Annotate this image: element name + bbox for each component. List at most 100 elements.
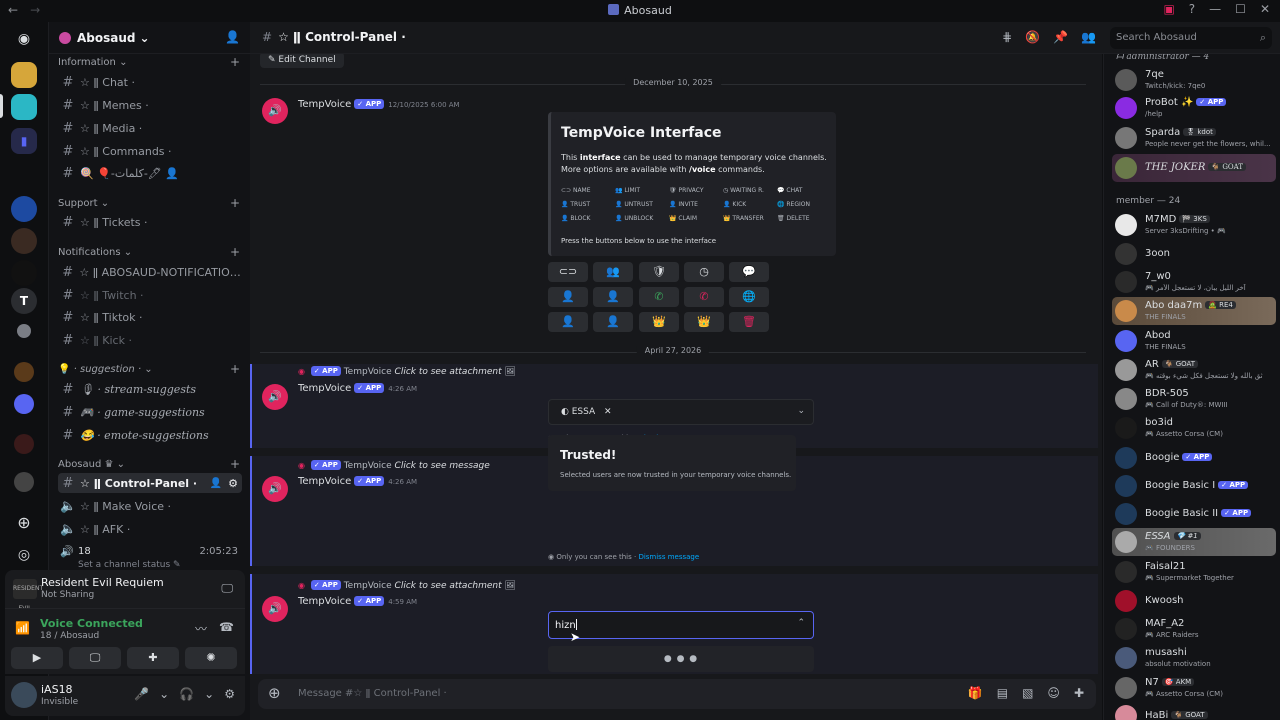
bot-name[interactable]: TempVoice [298, 383, 351, 394]
trust-button[interactable]: 👤 [548, 287, 588, 307]
inbox-icon[interactable]: ▣ [1163, 2, 1174, 16]
reply-reference[interactable]: ◉ ✓ APP TempVoice Click to see attachmen… [298, 580, 516, 591]
member-item[interactable]: BDR-505 🎮 Call of Duty®: MWIII [1112, 385, 1276, 413]
member-item[interactable]: Boogie ✓ APP [1112, 444, 1276, 472]
message-composer[interactable]: ⊕ Message #☆ ǁ Control-Panel · 🎁 ▤ ▧ ☺ ✚ [258, 679, 1096, 709]
bot-avatar[interactable]: 🔊 [262, 476, 288, 502]
avatar[interactable] [11, 682, 37, 708]
channel-make-voice[interactable]: 🔈 ☆ ǁ Make Voice · [58, 496, 242, 516]
soundboard-button[interactable]: ✺ [185, 647, 237, 669]
block-button[interactable]: 👤 [548, 312, 588, 332]
settings-gear-icon[interactable]: ⚙ [224, 687, 235, 701]
emoji-icon[interactable]: ☺ [1047, 686, 1060, 700]
maximize-button[interactable]: ☐ [1235, 2, 1246, 16]
camera-button[interactable]: ▶ [11, 647, 63, 669]
category-support[interactable]: Support ⌄ + [58, 196, 240, 210]
reply-reference[interactable]: ◉ ✓ APP TempVoice Click to see message [298, 460, 490, 471]
add-channel-icon[interactable]: + [230, 245, 240, 259]
unblock-button[interactable]: 👤 [593, 312, 633, 332]
server-icon[interactable] [11, 62, 37, 88]
folder-icon[interactable]: ▮ [11, 128, 37, 154]
bot-avatar[interactable]: 🔊 [262, 384, 288, 410]
delete-button[interactable]: 🗑 [729, 312, 769, 332]
bot-avatar[interactable]: 🔊 [262, 596, 288, 622]
reply-reference[interactable]: ◉ ✓ APP TempVoice Click to see attachmen… [298, 366, 516, 377]
member-item[interactable]: Abod THE FINALS [1112, 327, 1276, 355]
server-icon[interactable] [11, 94, 37, 120]
bot-name[interactable]: TempVoice [298, 476, 351, 487]
channel-afk[interactable]: 🔈 ☆ ǁ AFK · [58, 519, 242, 539]
privacy-button[interactable]: 🛡 [639, 262, 679, 282]
set-channel-status[interactable]: Set a channel status ✎ [78, 560, 181, 570]
add-channel-icon[interactable]: + [230, 55, 240, 69]
headphones-icon[interactable]: 🎧 [179, 687, 194, 701]
user-search-select[interactable]: hizn ⌃ [548, 611, 814, 639]
channel-misc[interactable]: # 🍭 🎈-كلمات-🖊 👤 [58, 163, 242, 183]
channel-chat[interactable]: # ☆ ǁ Chat · [58, 72, 242, 92]
member-item[interactable]: 7_w0 🎮 آخر الليل يبان، لا تستعجل الأمر [1112, 268, 1276, 296]
noise-suppression-icon[interactable]: 〰 [195, 620, 207, 637]
member-item[interactable]: MAF_A2 🎮 ARC Raiders [1112, 615, 1276, 643]
untrust-button[interactable]: 👤 [593, 287, 633, 307]
chevron-down-icon[interactable]: ⌄ [204, 687, 214, 701]
server-icon[interactable] [11, 196, 37, 222]
minimize-button[interactable]: — [1209, 2, 1221, 16]
bot-name[interactable]: TempVoice [298, 99, 351, 110]
claim-button[interactable]: 👑 [639, 312, 679, 332]
bot-name[interactable]: TempVoice [298, 596, 351, 607]
member-item[interactable]: N7 🎯 AKM 🎮 Assetto Corsa (CM) [1112, 674, 1276, 702]
waiting-room-button[interactable]: ◷ [684, 262, 724, 282]
channel-stream-suggests[interactable]: # 🎙 · stream-suggests [58, 379, 242, 399]
channel-kick[interactable]: # ☆ ǁ Kick · [58, 330, 242, 350]
bot-avatar[interactable]: 🔊 [262, 98, 288, 124]
member-item[interactable]: ProBot ✨ ✓ APP/help [1112, 94, 1276, 122]
chevron-down-icon[interactable]: ⌄ [159, 687, 169, 701]
server-icon[interactable] [17, 324, 31, 338]
member-item[interactable]: Boogie Basic I ✓ APP [1112, 472, 1276, 500]
edit-channel-button[interactable]: ✎ Edit Channel [260, 54, 344, 68]
server-header[interactable]: Abosaud ⌄ 👤 [49, 22, 250, 54]
channel-memes[interactable]: # ☆ ǁ Memes · [58, 95, 242, 115]
help-icon[interactable]: ? [1189, 2, 1195, 16]
threads-icon[interactable]: ⋕ [1002, 30, 1012, 44]
member-list-icon[interactable]: 👥 [1081, 30, 1096, 44]
member-item[interactable]: Boogie Basic II ✓ APP [1112, 500, 1276, 528]
invite-icon[interactable]: 👤 [210, 478, 222, 489]
gif-icon[interactable]: ▤ [997, 686, 1008, 700]
channel-tiktok[interactable]: # ☆ ǁ Tiktok · [58, 307, 242, 327]
channel-tickets[interactable]: # ☆ ǁ Tickets · [58, 212, 242, 232]
member-item[interactable]: Faisal21 🎮 Supermarket Together [1112, 558, 1276, 586]
discover-icon[interactable]: ◎ [11, 542, 37, 568]
member-item[interactable]: Kwoosh [1112, 587, 1276, 615]
server-icon[interactable]: T [11, 288, 37, 314]
member-item[interactable]: M7MD 🏁 3KS Server 3ksDrifting • 🎮 [1112, 211, 1276, 239]
selected-user-chip[interactable]: ◐ ESSA ✕ [555, 404, 618, 420]
channel-media[interactable]: # ☆ ǁ Media · [58, 118, 242, 138]
channel-notification[interactable]: # ☆ ǁ ABOSAUD-NOTIFICATION... [58, 262, 242, 282]
voice-status[interactable]: Voice Connected [40, 617, 143, 630]
transfer-button[interactable]: 👑 [684, 312, 724, 332]
direct-messages-icon[interactable]: ◉ [11, 26, 37, 52]
activities-button[interactable]: ✚ [127, 647, 179, 669]
server-icon[interactable] [11, 260, 37, 286]
server-icon[interactable] [11, 228, 37, 254]
microphone-icon[interactable]: 🎤 [134, 687, 149, 701]
notification-bell-icon[interactable]: 🔕 [1025, 30, 1040, 44]
chevron-down-icon[interactable]: ⌄ [797, 406, 805, 416]
sticker-icon[interactable]: ▧ [1022, 686, 1033, 700]
close-button[interactable]: ✕ [1260, 2, 1270, 16]
user-select-menu[interactable]: ◐ ESSA ✕ ⌄ [548, 399, 814, 425]
channel-twitch[interactable]: # ☆ ǁ Twitch · [58, 285, 242, 305]
member-item[interactable]: Abo daa7m 🧟 RE4 THE FINALS [1112, 297, 1276, 325]
invite-button[interactable]: ✆ [639, 287, 679, 307]
apps-icon[interactable]: ✚ [1074, 686, 1084, 700]
add-channel-icon[interactable]: + [230, 362, 240, 376]
region-button[interactable]: 🌐 [729, 287, 769, 307]
chevron-up-icon[interactable]: ⌃ [797, 618, 805, 628]
member-item[interactable]: 3oon [1112, 240, 1276, 268]
name-button[interactable]: ⊂⊃ [548, 262, 588, 282]
category-information[interactable]: Information ⌄ + [58, 55, 240, 69]
gift-icon[interactable]: 🎁 [968, 686, 983, 700]
screen-share-icon[interactable]: 🖵 [221, 581, 233, 596]
search-input[interactable]: Search Abosaud ⌕ [1110, 27, 1272, 49]
